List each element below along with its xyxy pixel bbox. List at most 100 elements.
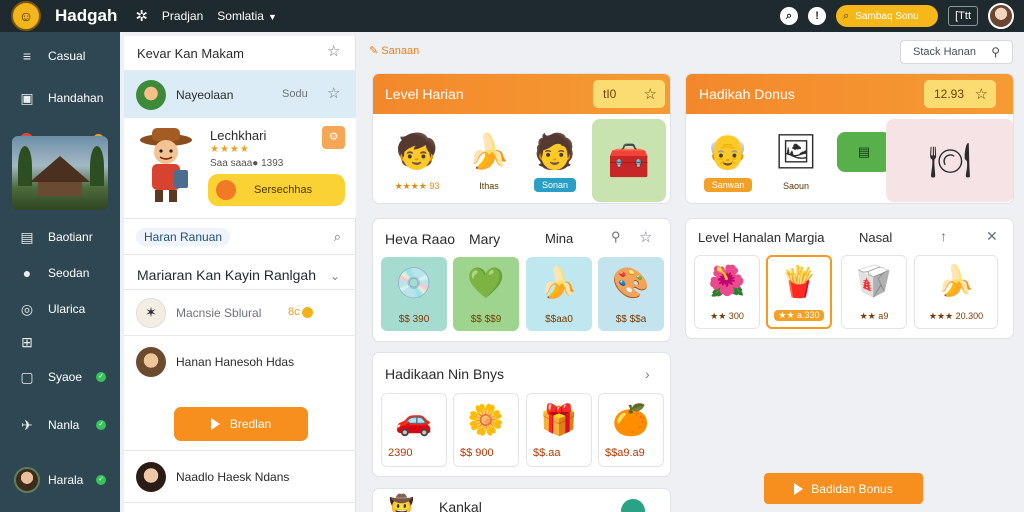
filter-pill[interactable]: Haran Ranuan xyxy=(136,228,231,246)
orange-fruit-icon: 🍊 xyxy=(612,403,650,437)
hut-roof xyxy=(30,156,90,182)
sidebar-item-harala[interactable]: Harala ✓ xyxy=(0,466,120,494)
bonus-item-selected[interactable]: 🍟 ★★ a.330 xyxy=(766,255,832,329)
score-value: 12.93 xyxy=(934,87,965,101)
bonus-item[interactable]: 🥡 ★★ a9 xyxy=(841,255,907,329)
list-row-title: Macnsie Sblural xyxy=(176,306,262,320)
stack-search-input[interactable]: Stack Hanan ⚲ xyxy=(900,40,1013,64)
magnifier-icon: ⌕ xyxy=(843,9,850,22)
filter-icon: ⚲ xyxy=(991,45,1000,59)
gift-card[interactable]: 🌼 $$ 900 xyxy=(453,393,519,467)
gift-card[interactable]: 🚗 2390 xyxy=(381,393,447,467)
top-nav: ✲ Pradjan Somlatia ▼ xyxy=(135,7,277,25)
list-row[interactable]: ✶ Macnsie Sblural 8c xyxy=(124,289,356,335)
sidebar-item-grid[interactable]: ⊞ xyxy=(0,328,120,356)
breadcrumb-label: Sanaan xyxy=(381,45,420,57)
info-icon[interactable]: ! xyxy=(808,7,827,25)
divider xyxy=(124,218,356,219)
banana-bowl-icon: 🍌 xyxy=(467,133,511,171)
sidebar-item-syaoe[interactable]: ▢ Syaoe ✓ xyxy=(0,363,120,391)
sidebar-item-label: Harala xyxy=(48,473,84,487)
tile-price: $$ 390 xyxy=(398,314,430,325)
claim-bonus-button[interactable]: Badidan Bonus xyxy=(764,473,923,504)
reward-item[interactable]: 👴 Sanwan xyxy=(698,126,758,192)
reward-tag: Sanwan xyxy=(703,178,753,192)
calendar-icon: ▤ xyxy=(20,228,34,245)
search-icon[interactable]: ⌕ xyxy=(334,229,341,245)
sidebar-item-label: Casual xyxy=(48,49,86,63)
breadcrumb[interactable]: ✎ Sanaan xyxy=(369,44,419,57)
nav-item-somlatia[interactable]: Somlatia ▼ xyxy=(217,9,277,23)
search-pill[interactable]: ⌕ Sambaq Sonu xyxy=(836,5,939,27)
score-pill[interactable]: tI0 ☆ xyxy=(593,80,665,108)
user-avatar[interactable] xyxy=(988,3,1014,29)
bonus-item[interactable]: 🌺 ★★ 300 xyxy=(694,255,760,329)
nav-item-somlatia-label: Somlatia xyxy=(217,9,264,23)
chevron-right-icon[interactable]: › xyxy=(645,366,650,382)
reward-item[interactable]: ▤ xyxy=(834,132,894,172)
bonus-item-label: ★★ 300 xyxy=(710,311,744,321)
arrow-right-icon xyxy=(794,482,804,495)
list-row[interactable]: Naadlo Haesk Ndans xyxy=(124,450,356,502)
menu-icon: ≡ xyxy=(22,48,32,64)
panel-title: Level Harian xyxy=(385,86,464,102)
sidebar-item-handahan[interactable]: ▣ Handahan xyxy=(0,84,120,112)
play-button[interactable]: Bredlan xyxy=(174,407,308,441)
column-label: Mina xyxy=(545,231,574,246)
gift-card[interactable]: 🎁 $$.aa xyxy=(526,393,592,467)
treasure-chest-icon[interactable]: 🧰 xyxy=(592,119,666,202)
pattern-icon: 🎨 xyxy=(612,266,650,300)
favorite-star-icon[interactable]: ☆ xyxy=(639,228,652,246)
list-row-value-text: 8c xyxy=(288,306,300,318)
reward-item[interactable]: 🧑 Sonan xyxy=(525,126,585,192)
list-row-title: Hanan Hanesoh Hdas xyxy=(176,354,295,369)
item-tile[interactable]: 💿 $$ 390 xyxy=(381,257,447,331)
sidebar-item-seodan[interactable]: ● Seodan xyxy=(0,259,120,287)
panel-title: Hadikah Donus xyxy=(699,86,795,102)
character-avatar xyxy=(136,79,166,110)
resort-thumbnail-image[interactable] xyxy=(12,136,108,210)
settings-gear-icon[interactable]: ✲ xyxy=(135,7,148,25)
reward-item[interactable]: 🍌 Ithas xyxy=(459,126,519,191)
tile-price: $$aa0 xyxy=(545,314,573,325)
app-logo-icon[interactable]: ☺ xyxy=(11,1,41,31)
gift-box-icon: 🎁 xyxy=(540,403,578,437)
sidebar-item-label: Nanla xyxy=(48,418,80,432)
reward-item[interactable]: 🧒 ★★★★ 93 xyxy=(387,126,447,192)
kankal-panel: 🤠 Kankal xyxy=(372,488,671,512)
chevron-down-icon[interactable]: ⌄ xyxy=(330,269,340,283)
close-icon[interactable]: ✕ xyxy=(986,228,998,245)
card-action-button[interactable]: Sersechhas xyxy=(208,174,345,206)
list-row-selected[interactable]: Nayeolaan Sodu ☆ xyxy=(124,70,356,118)
nav-item-pradjan[interactable]: Pradjan xyxy=(162,9,203,23)
search-icon[interactable]: ⌕ xyxy=(780,7,799,25)
sidebar-item-casual[interactable]: ≡ Casual xyxy=(0,42,120,70)
pin-icon[interactable]: ⚲ xyxy=(611,229,621,245)
panel-title: Kankal xyxy=(439,499,482,512)
star-icon: ☆ xyxy=(974,86,988,103)
gift-card[interactable]: 🍊 $$a9.a9 xyxy=(598,393,664,467)
character-card[interactable]: Lechkhari ★★★★ Saa saaa● 1393 ⚙ Sersechh… xyxy=(124,118,356,218)
reward-item[interactable]: 🖼 Saoun xyxy=(766,126,826,191)
item-tile[interactable]: 💚 $$ $$9 xyxy=(453,257,519,331)
favorite-star-icon[interactable]: ☆ xyxy=(327,42,340,60)
arrow-up-icon[interactable]: ↑ xyxy=(940,228,947,244)
item-tile[interactable]: 🍌 $$aa0 xyxy=(526,257,592,331)
favorite-star-icon[interactable]: ☆ xyxy=(327,84,340,102)
list-row[interactable]: Hanan Hanesoh Hdas xyxy=(124,335,356,387)
card-badge-icon[interactable]: ⚙ xyxy=(322,126,345,149)
play-button-label: Bredlan xyxy=(229,417,272,431)
sidebar-item-baotianr[interactable]: ▤ Baotianr xyxy=(0,223,120,251)
bonus-card-icon[interactable]: 🍽 xyxy=(886,119,1013,202)
sidebar: ≡ Casual ▣ Handahan ◉ ▤ Baotianr ● Seoda… xyxy=(0,32,120,512)
bonus-item[interactable]: 🍌 ★★★ 20.300 xyxy=(914,255,998,329)
red-car-icon: 🚗 xyxy=(395,403,433,437)
reward-item-label: Saoun xyxy=(782,181,810,191)
top-box[interactable]: [Ttt xyxy=(948,6,978,26)
score-pill[interactable]: 12.93 ☆ xyxy=(924,80,996,108)
gift-price: $$ 900 xyxy=(460,447,494,459)
item-tile[interactable]: 🎨 $$ $$a xyxy=(598,257,664,331)
check-badge-icon: ✓ xyxy=(96,475,106,485)
sidebar-item-nanla[interactable]: ✈ Nanla ✓ xyxy=(0,411,120,439)
sidebar-item-ularica[interactable]: ◎ Ularica xyxy=(0,295,120,323)
